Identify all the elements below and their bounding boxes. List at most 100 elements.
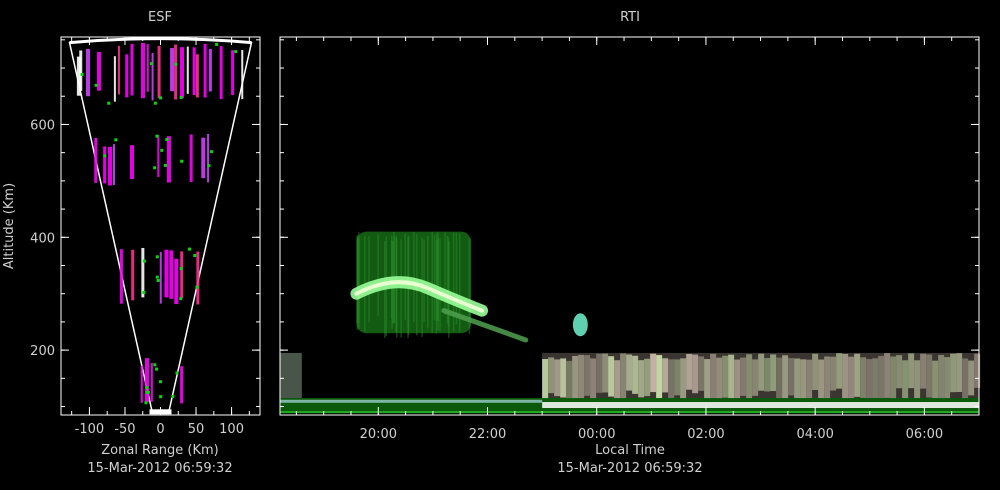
rti-plume-streak [431, 231, 434, 333]
rti-low-layer-col [572, 355, 579, 402]
esf-echo-speck [153, 166, 157, 170]
esf-echo-speck [179, 95, 183, 99]
rti-plume-streak [433, 234, 436, 321]
esf-x-tick-label: -100 [75, 422, 105, 437]
rti-x-tick-label: 02:00 [687, 427, 724, 442]
esf-echo-speck [103, 154, 107, 158]
rti-low-layer-col [776, 357, 783, 401]
rti-low-layer-col [866, 359, 873, 400]
esf-echo-column [157, 134, 160, 177]
rti-low-layer-col [770, 354, 777, 392]
esf-echo-column [140, 43, 145, 99]
rti-low-layer-col [656, 355, 663, 403]
rti-x-tick-label: 20:00 [360, 427, 397, 442]
esf-title: ESF [148, 10, 172, 25]
esf-echo-column [131, 249, 135, 301]
rti-x-tick-label: 06:00 [906, 427, 943, 442]
rti-low-layer-col [602, 353, 609, 393]
esf-echo-column [196, 251, 200, 305]
rti-low-layer-col [620, 353, 627, 400]
esf-echo-speck [107, 101, 111, 105]
esf-echo-speck [179, 297, 183, 301]
rti-plume-streak [413, 231, 415, 323]
rti-low-layer-col [938, 354, 945, 401]
rti-base-band [542, 402, 979, 409]
esf-echo-speck [156, 278, 160, 282]
esf-echo-speck [159, 96, 163, 100]
rti-low-layer-col [920, 353, 927, 389]
esf-echo-column [159, 252, 162, 304]
rti-x-tick-label: 00:00 [578, 427, 615, 442]
esf-echo-speck [155, 134, 159, 138]
esf-echo-speck [155, 255, 159, 259]
rti-low-layer-col [590, 358, 597, 404]
esf-echo-speck [180, 159, 184, 163]
esf-echo-speck [149, 62, 153, 66]
esf-echo-column [231, 50, 235, 95]
esf-echo-column [144, 358, 149, 403]
esf-echo-column [166, 136, 171, 183]
rti-low-layer-col [758, 353, 765, 391]
rti-low-layer-col [692, 354, 699, 394]
esf-echo-column [146, 44, 149, 92]
rti-low-layer-col [872, 358, 879, 399]
esf-echo-column [150, 362, 153, 402]
chart-canvas: ESF -100 -50 0 50 100 200 400 600 Zonal Range (… [2, 10, 981, 476]
esf-echo-column [140, 365, 143, 403]
rti-low-layer-col [554, 359, 561, 397]
rti-low-layer-col [830, 356, 837, 391]
esf-echo-column [103, 146, 107, 184]
esf-echo-speck [175, 371, 179, 375]
rti-panel: RTI 20:00 22:00 00:00 02:00 04:00 06:00 Local… [279, 10, 981, 476]
rti-blob [572, 313, 588, 337]
esf-echo-column [189, 134, 193, 182]
rti-low-layer-col [782, 355, 789, 401]
esf-echo-speck [195, 285, 199, 289]
rti-low-layer-col [632, 355, 639, 394]
rti-low-layer-col [800, 359, 807, 402]
rti-low-layer-col [962, 358, 969, 405]
rti-low-layer-col [560, 358, 567, 398]
esf-echo-speck [153, 363, 157, 367]
rti-low-layer-col [680, 358, 687, 405]
esf-echo-column [169, 250, 174, 299]
rti-low-layer-col [608, 356, 615, 397]
rti-low-layer-col [596, 353, 603, 393]
esf-x-axis-label: Zonal Range (Km) [101, 443, 218, 458]
esf-echo-column [241, 50, 244, 100]
rti-plume-streak [439, 237, 441, 332]
rti-low-layer-col [584, 355, 591, 396]
esf-panel: ESF -100 -50 0 50 100 200 400 600 Zonal Range (… [2, 10, 261, 476]
esf-y-tick-label: 600 [30, 118, 55, 133]
esf-x-tick-label: -50 [114, 422, 135, 437]
esf-echo-column [125, 54, 129, 98]
rti-low-layer-col [908, 353, 915, 389]
rti-plume-streak [358, 231, 360, 329]
esf-echo-column [174, 258, 179, 305]
rti-timestamp: 15-Mar-2012 06:59:32 [557, 461, 702, 476]
rti-low-layer-col [548, 357, 555, 394]
rti-low-layer-col [710, 353, 717, 400]
esf-echo-speck [155, 367, 159, 371]
rti-low-layer-col [704, 359, 711, 402]
rti-low-layer-col [968, 360, 975, 396]
rti-base-band-thin [280, 399, 543, 403]
esf-echo-speck [80, 73, 84, 77]
esf-echo-column [129, 145, 134, 180]
esf-echo-column [195, 54, 199, 98]
esf-echo-column [141, 247, 145, 298]
rti-low-layer-col [698, 356, 705, 391]
esf-echo-column [151, 52, 154, 101]
rti-plume-streak [437, 231, 439, 331]
rti-low-layer-col [818, 359, 825, 402]
esf-echo-speck [94, 83, 98, 87]
esf-y-tick-label: 200 [30, 344, 55, 359]
rti-plume-streak [400, 239, 402, 338]
rti-low-layer-col [578, 354, 585, 401]
rti-low-layer-col [746, 354, 753, 400]
esf-y-axis-label: Altitude (Km) [2, 183, 17, 269]
esf-echo-column [164, 249, 169, 298]
esf-data-layer [68, 37, 253, 415]
rti-low-layer-col [842, 353, 849, 402]
rti-low-layer-col [854, 353, 861, 397]
